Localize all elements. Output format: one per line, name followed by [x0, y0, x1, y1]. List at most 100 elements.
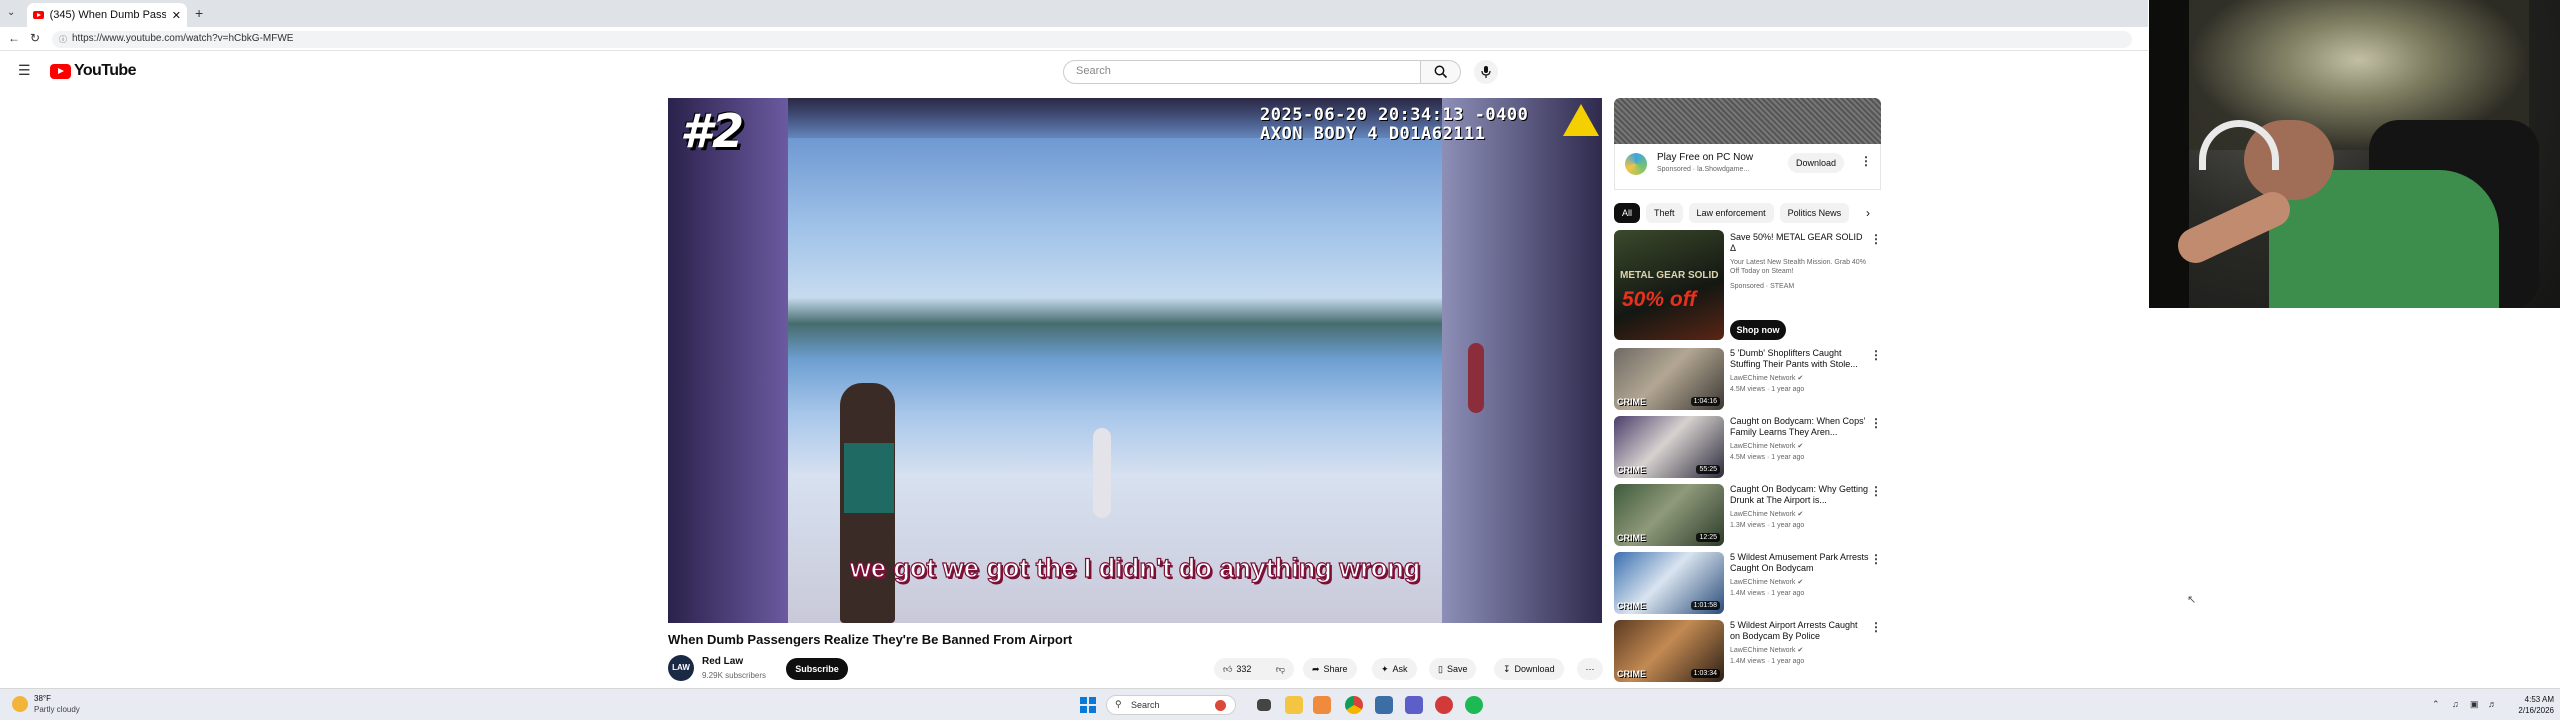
ask-button[interactable]: ✦ Ask [1372, 658, 1417, 680]
windows-start-icon[interactable] [1080, 697, 1096, 713]
menu-icon[interactable]: ☰ [18, 62, 31, 79]
video-frame-pillar-left [668, 98, 788, 623]
clock-date: 2/16/2026 [2518, 706, 2554, 715]
video-meta: 4.5M views · 1 year ago [1730, 454, 1805, 461]
recommended-video[interactable]: CRIME 1:04:16 5 'Dumb' Shoplifters Caugh… [1614, 348, 1884, 412]
channel-label: LawEChime Network [1730, 647, 1796, 654]
thumb-tag: CRIME [1617, 465, 1646, 475]
ad-banner-image[interactable] [1614, 98, 1881, 144]
ad-options-icon[interactable]: ⋮ [1860, 154, 1872, 168]
recommended-video[interactable]: CRIME 1:01:58 5 Wildest Amusement Park A… [1614, 552, 1884, 616]
chip-all[interactable]: All [1614, 203, 1641, 223]
video-title: 5 'Dumb' Shoplifters Caught Stuffing The… [1730, 348, 1858, 369]
weather-temperature[interactable]: 38°F [34, 694, 51, 703]
more-icon: ⋯ [1585, 663, 1595, 674]
axon-logo-icon [1563, 104, 1599, 136]
chip-law-enforcement[interactable]: Law enforcement [1688, 203, 1774, 223]
episode-label: #2 [680, 104, 745, 158]
weather-sun-icon[interactable] [12, 696, 28, 712]
download-button[interactable]: ↧ Download [1494, 658, 1564, 680]
video-meta: 1.3M views · 1 year ago [1730, 522, 1805, 529]
video-meta: 1.4M views · 1 year ago [1730, 658, 1805, 665]
like-button[interactable]: 👍︎ 332 [1223, 664, 1251, 675]
browser-tab[interactable]: (345) When Dumb Passengers ✕ [27, 3, 187, 27]
ad-app-icon [1625, 153, 1647, 175]
close-tab-icon[interactable]: ✕ [172, 9, 181, 22]
promo-sponsored: Sponsored · STEAM [1730, 283, 1795, 290]
back-icon[interactable]: ← [8, 31, 20, 45]
more-actions-button[interactable]: ⋯ [1577, 658, 1603, 680]
tab-list-icon[interactable]: ⌄ [7, 7, 15, 18]
thumbs-down-icon: 👎︎ [1275, 663, 1285, 674]
taskbar-search[interactable]: ⚲ Search [1106, 695, 1236, 715]
share-label: Share [1323, 664, 1348, 674]
promo-options-icon[interactable]: ⋮ [1870, 232, 1882, 246]
video-duration: 1:04:16 [1690, 397, 1720, 406]
video-options-icon[interactable]: ⋮ [1870, 484, 1882, 498]
chrome-icon[interactable] [1345, 696, 1363, 714]
promo-title[interactable]: Save 50%! METAL GEAR SOLID Δ [1730, 232, 1870, 254]
chip-theft[interactable]: Theft [1646, 203, 1683, 223]
recommended-video[interactable]: CRIME 55:25 Caught on Bodycam: When Cops… [1614, 416, 1884, 480]
search-input[interactable]: Search [1063, 60, 1421, 84]
sparkle-icon: ✦ [1381, 663, 1389, 674]
video-meta: 4.5M views · 1 year ago [1730, 386, 1805, 393]
vscode-icon[interactable] [1313, 696, 1331, 714]
video-options-icon[interactable]: ⋮ [1870, 348, 1882, 362]
video-channel: LawEChime Network ✔ [1730, 646, 1803, 654]
spotify-icon[interactable] [1465, 696, 1483, 714]
voice-search-button[interactable] [1474, 60, 1498, 84]
recommended-video[interactable]: CRIME 1:03:34 5 Wildest Airport Arrests … [1614, 620, 1884, 684]
new-tab-icon[interactable]: + [195, 5, 203, 21]
ad-title[interactable]: Play Free on PC Now [1657, 152, 1753, 163]
subscribe-button[interactable]: Subscribe [786, 658, 848, 680]
webcam-dark-edge [2149, 0, 2189, 308]
youtube-logo[interactable]: YouTube [50, 62, 136, 80]
system-clock[interactable]: 4:53 AM 2/16/2026 [2502, 694, 2554, 716]
clock-time: 4:53 AM [2524, 695, 2554, 704]
video-caption: we got we got the I didn't do anything w… [849, 552, 1421, 583]
task-view-icon[interactable] [1257, 699, 1271, 711]
ad-download-button[interactable]: Download [1788, 153, 1844, 173]
like-dislike-group: 👍︎ 332 👎︎ [1214, 658, 1294, 680]
terminal-icon[interactable] [1375, 696, 1393, 714]
verified-icon: ✔ [1797, 579, 1804, 586]
chip-politics-news[interactable]: Politics News [1779, 203, 1850, 223]
video-options-icon[interactable]: ⋮ [1870, 552, 1882, 566]
game-icon[interactable] [1435, 696, 1453, 714]
thumb-tag: CRIME [1617, 669, 1646, 679]
file-explorer-icon[interactable] [1285, 696, 1303, 714]
promo-thumbnail[interactable]: METAL GEAR SOLID 50% off [1614, 230, 1724, 340]
url-field[interactable]: ⓘ https://www.youtube.com/watch?v=hCbkG-… [52, 31, 2132, 48]
save-button[interactable]: ▯ Save [1429, 658, 1477, 680]
site-info-icon[interactable]: ⓘ [59, 34, 67, 45]
video-options-icon[interactable]: ⋮ [1870, 416, 1882, 430]
filter-chips: All Theft Law enforcement Politics News [1614, 203, 1879, 223]
ask-label: Ask [1392, 664, 1408, 674]
video-channel: LawEChime Network ✔ [1730, 578, 1803, 586]
bodycam-timestamp: 2025-06-20 20:34:13 -0400 AXON BODY 4 D0… [1260, 106, 1528, 144]
taskbar-search-icon: ⚲ [1115, 699, 1122, 709]
promo-thumb-sale: 50% off [1622, 288, 1697, 311]
search-button[interactable] [1421, 60, 1461, 84]
channel-name[interactable]: Red Law [702, 656, 743, 667]
app-icon[interactable] [1405, 696, 1423, 714]
microphone-tray-icon[interactable]: ♫ [2452, 699, 2462, 709]
video-title: 5 Wildest Airport Arrests Caught on Body… [1730, 620, 1858, 641]
tray-chevron-icon[interactable]: ⌃ [2432, 699, 2442, 709]
video-title: Caught On Bodycam: Why Getting Drunk at … [1730, 484, 1869, 505]
share-button[interactable]: ➦ Share [1303, 658, 1357, 680]
chevron-right-icon[interactable]: › [1856, 203, 1880, 223]
video-player[interactable]: #2 2025-06-20 20:34:13 -0400 AXON BODY 4… [668, 98, 1602, 623]
network-icon[interactable]: ▣ [2470, 699, 2480, 709]
bodycam-timestamp-line1: 2025-06-20 20:34:13 -0400 [1260, 105, 1529, 125]
recommended-video[interactable]: CRIME 12:25 Caught On Bodycam: Why Getti… [1614, 484, 1884, 548]
shop-now-button[interactable]: Shop now [1730, 320, 1786, 340]
verified-icon: ✔ [1797, 647, 1804, 654]
volume-icon[interactable]: ♬ [2488, 699, 2498, 709]
video-options-icon[interactable]: ⋮ [1870, 620, 1882, 634]
dislike-button[interactable]: 👎︎ [1276, 664, 1285, 675]
ad-sponsored: Sponsored · la.Showdgame... [1657, 166, 1750, 173]
reload-icon[interactable]: ↻ [30, 31, 40, 45]
channel-avatar[interactable]: LAW [668, 655, 694, 681]
